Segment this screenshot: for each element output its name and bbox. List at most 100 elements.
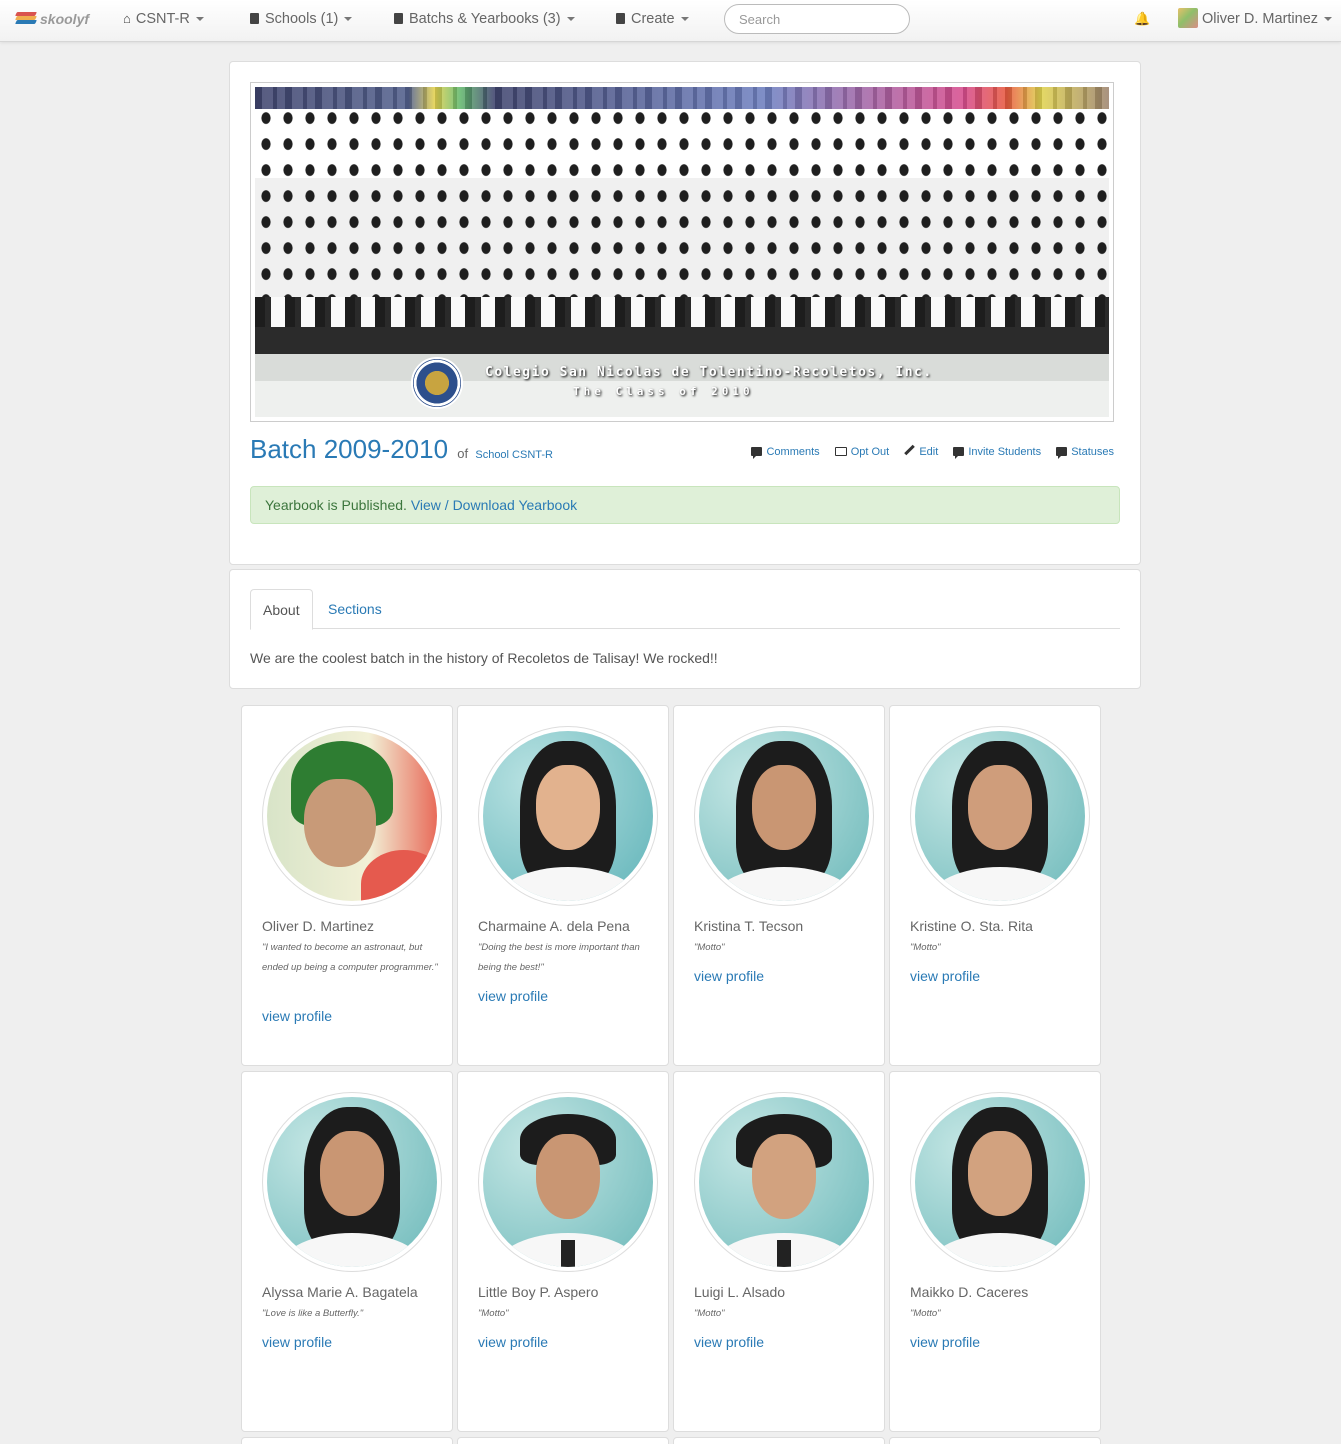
book-icon [250,13,259,24]
tab-sections[interactable]: Sections [316,589,394,629]
batch-of-text: of [457,446,469,461]
view-profile-link[interactable]: view profile [478,988,548,1004]
user-name: Oliver D. Martinez [1202,11,1319,27]
search-input[interactable] [724,4,910,34]
comment-icon [1056,447,1068,459]
nav-school-dropdown[interactable]: ⌂ CSNT-R [123,0,204,40]
edit-button[interactable]: Edit [904,445,938,458]
chevron-down-icon [195,17,204,21]
student-card: Alyssa Marie A. Bagatela "Love is like a… [241,1071,453,1432]
avatar[interactable] [694,1092,874,1272]
book-icon [616,13,625,24]
student-card: Oliver D. Martinez "I wanted to become a… [241,705,453,1066]
student-card: Charmaine A. dela Pena "Doing the best i… [457,705,669,1066]
avatar[interactable] [910,726,1090,906]
view-profile-link[interactable]: view profile [478,1334,548,1350]
comments-label: Comments [766,446,820,458]
notifications-bell-icon[interactable]: 🔔 [1134,0,1150,40]
view-profile-link[interactable]: view profile [694,1334,764,1350]
school-seal-icon [411,357,463,409]
student-motto: "Motto" [910,942,941,953]
student-motto: "Motto" [910,1308,941,1319]
user-avatar [1178,8,1198,28]
student-name: Little Boy P. Aspero [478,1284,599,1300]
top-navbar: skoolyf ⌂ CSNT-R Schools (1) Batchs & Yea… [0,0,1341,42]
avatar[interactable] [910,1092,1090,1272]
chevron-down-icon [1324,17,1333,21]
invite-label: Invite Students [968,446,1042,458]
student-name: Kristina T. Tecson [694,918,804,934]
book-icon [394,13,403,24]
student-card: Kristine O. Sta. Rita "Motto" view profi… [889,705,1101,1066]
avatar[interactable] [262,1092,442,1272]
student-card: Little Boy P. Aspero "Motto" view profil… [457,1071,669,1432]
school-link[interactable]: School CSNT-R [475,449,553,461]
nav-school-label: CSNT-R [135,11,190,27]
chevron-down-icon [680,17,689,21]
comment-icon [751,447,763,459]
student-motto: "Doing the best is more important than b… [478,942,640,973]
statuses-label: Statuses [1071,446,1114,458]
batch-actions: Comments Opt Out Edit Invite Students St… [739,445,1114,459]
nav-batches-dropdown[interactable]: Batchs & Yearbooks (3) [394,0,575,40]
student-card [457,1437,669,1444]
view-profile-link[interactable]: view profile [262,1008,332,1024]
view-profile-link[interactable]: view profile [910,968,980,984]
student-card: Maikko D. Caceres "Motto" view profile [889,1071,1101,1432]
student-card: Kristina T. Tecson "Motto" view profile [673,705,885,1066]
opt-out-label: Opt Out [850,446,890,458]
nav-create-dropdown[interactable]: Create [616,0,689,40]
books-logo-icon [15,12,38,26]
avatar[interactable] [478,726,658,906]
opt-out-button[interactable]: Opt Out [834,446,890,458]
student-card [241,1437,453,1444]
comments-button[interactable]: Comments [751,446,820,459]
nav-schools-dropdown[interactable]: Schools (1) [250,0,353,40]
chevron-down-icon [344,17,353,21]
student-motto: "Motto" [694,942,725,953]
view-profile-link[interactable]: view profile [262,1334,332,1350]
download-yearbook-link[interactable]: View / Download Yearbook [411,497,577,513]
invite-students-button[interactable]: Invite Students [953,446,1042,459]
avatar[interactable] [694,726,874,906]
student-motto: "I wanted to become an astronaut, but en… [262,942,438,973]
envelope-icon [834,447,847,456]
comment-icon [953,447,965,459]
avatar[interactable] [478,1092,658,1272]
student-name: Oliver D. Martinez [262,918,375,934]
statuses-button[interactable]: Statuses [1056,446,1114,459]
about-panel: About Sections We are the coolest batch … [229,569,1141,689]
brand-logo[interactable]: skoolyf [15,0,90,40]
batch-class-photo[interactable]: Colegio San Nicolas de Tolentino-Recolet… [255,87,1109,417]
view-profile-link[interactable]: view profile [694,968,764,984]
student-name: Kristine O. Sta. Rita [910,918,1033,934]
student-name: Charmaine A. dela Pena [478,918,630,934]
student-card [673,1437,885,1444]
tab-about[interactable]: About [250,589,313,630]
alert-text: Yearbook is Published. [265,497,407,513]
home-icon: ⌂ [123,11,131,26]
page-title: Batch 2009-2010 of School CSNT-R [250,434,553,465]
student-card: Luigi L. Alsado "Motto" view profile [673,1071,885,1432]
photo-caption-class: The Class of 2010 [573,385,754,398]
photo-caption-school: Colegio San Nicolas de Tolentino-Recolet… [485,365,933,380]
batch-tabs: About Sections [250,589,1120,630]
batch-photo-frame: Colegio San Nicolas de Tolentino-Recolet… [250,82,1114,422]
chevron-down-icon [566,17,575,21]
brand-name: skoolyf [40,11,90,27]
pencil-icon [904,445,915,456]
view-profile-link[interactable]: view profile [910,1334,980,1350]
batch-header-panel: Colegio San Nicolas de Tolentino-Recolet… [229,61,1141,565]
student-card [889,1437,1101,1444]
student-motto: "Motto" [694,1308,725,1319]
student-motto: "Motto" [478,1308,509,1319]
published-alert: Yearbook is Published. View / Download Y… [250,486,1120,524]
batch-title-text: Batch 2009-2010 [250,434,449,464]
nav-schools-label: Schools (1) [265,11,339,27]
avatar[interactable] [262,726,442,906]
student-motto: "Love is like a Butterfly." [262,1308,364,1319]
user-menu-dropdown[interactable]: Oliver D. Martinez [1178,0,1333,40]
edit-label: Edit [919,446,939,458]
about-description: We are the coolest batch in the history … [250,650,718,666]
student-name: Maikko D. Caceres [910,1284,1029,1300]
